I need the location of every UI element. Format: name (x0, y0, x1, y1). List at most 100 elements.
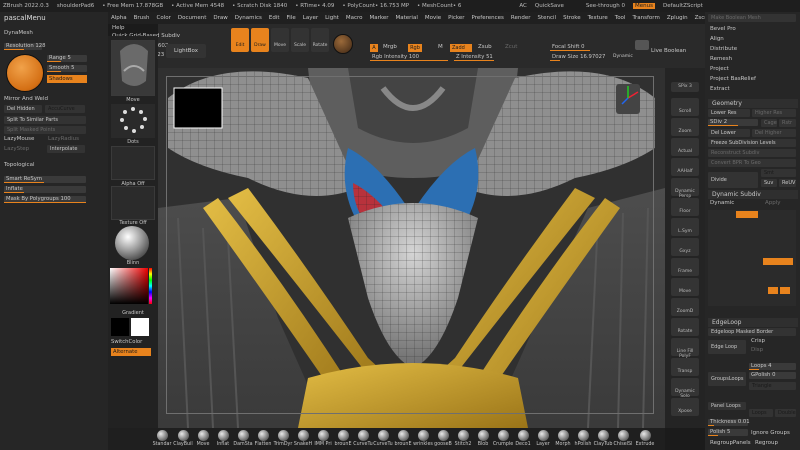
menu-marker[interactable]: Marker (370, 15, 389, 21)
extract-button[interactable]: Extract (710, 86, 730, 92)
alpha-thumbnail[interactable] (111, 146, 155, 180)
mrgb-button[interactable]: Mrgb (383, 44, 397, 50)
double-toggle[interactable]: Double (775, 409, 796, 417)
range-slider[interactable]: Range 5 (47, 55, 87, 62)
regroup-toggle[interactable]: Regroup (755, 440, 778, 446)
resolution-slider[interactable]: Resolution 128 (4, 43, 46, 50)
polish-slider[interactable]: Polish 5 (708, 429, 748, 436)
see-through-slider[interactable]: See-through 0 (586, 3, 625, 9)
local-symmetry-button[interactable]: L.Sym (671, 218, 699, 236)
menu-light[interactable]: Light (325, 15, 339, 21)
ac-button[interactable]: AC (519, 3, 527, 9)
menu-layer[interactable]: Layer (303, 15, 318, 21)
panel-loops-button[interactable]: Panel Loops (708, 402, 746, 410)
switch-color-button[interactable]: SwitchColor (111, 339, 142, 345)
ignore-groups-toggle[interactable]: Ignore Groups (751, 430, 790, 436)
brush-blob[interactable]: Blob (472, 430, 494, 447)
brush-morph[interactable]: Morph (552, 430, 574, 447)
hue-slider[interactable] (149, 268, 152, 304)
default-zscript-button[interactable]: DefaultZScript (663, 3, 703, 9)
persp-button[interactable]: Dynamic Persp (671, 178, 699, 199)
edge-loop-button[interactable]: Edge Loop (708, 340, 746, 354)
smt-toggle[interactable]: Smt (761, 169, 796, 177)
spix-button[interactable]: SPix 3 (671, 82, 699, 92)
actual-button[interactable]: Actual (671, 138, 699, 156)
del-hidden-button[interactable]: Del Hidden (4, 105, 42, 113)
zcut-button[interactable]: Zcut (505, 44, 517, 50)
mirror-weld-button[interactable]: Mirror And Weld (4, 96, 48, 102)
menu-brush[interactable]: Brush (134, 15, 150, 21)
convert-bpr-button[interactable]: Convert BPR To Geo (708, 159, 796, 167)
edit-tool-button[interactable]: Edit (231, 28, 249, 52)
menu-render[interactable]: Render (511, 15, 531, 21)
floor-button[interactable]: Floor (671, 198, 699, 216)
rgb-intensity-slider[interactable]: Rgb Intensity 100 (370, 54, 450, 61)
material-sphere-icon[interactable] (333, 34, 353, 54)
bevel-pro-button[interactable]: Bevel Pro (710, 26, 736, 32)
higher-res-button[interactable]: Higher Res (752, 109, 796, 117)
divide-button[interactable]: Divide (708, 172, 758, 188)
lazymouse-button[interactable]: LazyMouse (4, 136, 34, 142)
menu-transform[interactable]: Transform (632, 15, 659, 21)
rgb-button[interactable]: Rgb (408, 44, 422, 52)
rotate-tool-button[interactable]: Rotate (311, 28, 329, 52)
brush-brounE-2[interactable]: brounE (392, 430, 414, 447)
draw-tool-button[interactable]: Draw (251, 28, 269, 52)
main-color-swatch[interactable] (111, 318, 129, 336)
regroup-panels-toggle[interactable]: RegroupPanels (710, 440, 751, 446)
alternate-button[interactable]: Alternate (111, 348, 151, 356)
scale-tool-button[interactable]: Scale (291, 28, 309, 52)
brush-damstandard[interactable]: DamSta (232, 430, 254, 447)
edgeloop-masked-border-button[interactable]: Edgeloop Masked Border (708, 328, 796, 336)
triangle-toggle[interactable]: Triangle (749, 382, 796, 390)
frame-button[interactable]: Frame (671, 258, 699, 276)
brush-move[interactable]: Move (192, 430, 214, 447)
brush-curvetube-2[interactable]: CurveTu (372, 430, 394, 447)
menu-movie[interactable]: Movie (425, 15, 441, 21)
reconstruct-subdiv-button[interactable]: Reconstruct Subdiv (708, 149, 796, 157)
brush-curvetube-1[interactable]: CurveTu (352, 430, 374, 447)
menu-edit[interactable]: Edit (269, 15, 280, 21)
solo-button[interactable]: Dynamic Solo (671, 378, 699, 399)
cage-button[interactable]: Cage (761, 119, 777, 127)
disp-toggle[interactable]: Disp (751, 347, 763, 353)
aahalf-button[interactable]: AAHalf (671, 158, 699, 176)
gxyz-button[interactable]: Gxyz (671, 238, 699, 256)
apply-button[interactable]: Apply (765, 200, 781, 206)
topological-button[interactable]: Topological (4, 162, 34, 168)
panel-loops-count[interactable]: Loops (749, 409, 773, 417)
z-intensity-slider[interactable]: Z Intensity 51 (454, 54, 534, 61)
menu-preferences[interactable]: Preferences (472, 15, 504, 21)
brush-wrinkles[interactable]: wrinkles (412, 430, 434, 447)
make-boolean-mesh-button[interactable]: Make Boolean Mesh (708, 14, 796, 22)
focal-shift-slider[interactable]: Focal Shift 0 (550, 44, 630, 51)
geometry-section-header[interactable]: Geometry (708, 99, 798, 108)
menu-alpha[interactable]: Alpha (111, 15, 127, 21)
brush-layer[interactable]: Layer (532, 430, 554, 447)
del-higher-button[interactable]: Del Higher (752, 129, 796, 137)
brush-gooseb[interactable]: gooseB (432, 430, 454, 447)
project-button[interactable]: Project (710, 66, 729, 72)
menu-picker[interactable]: Picker (448, 15, 464, 21)
menu-zplugin[interactable]: Zplugin (667, 15, 688, 21)
menu-color[interactable]: Color (157, 15, 171, 21)
brush-brounE-1[interactable]: brounE (332, 430, 354, 447)
rotate-view-button[interactable]: Rotate (671, 318, 699, 336)
brush-inflate[interactable]: Inflat (212, 430, 234, 447)
sdiv-slider[interactable]: SDiv 2 (708, 119, 758, 126)
stroke-thumbnail[interactable] (111, 104, 155, 138)
dynamic-subdiv-header[interactable]: Dynamic Subdiv (708, 190, 798, 199)
brush-extrude[interactable]: Extrude (634, 430, 656, 447)
align-button[interactable]: Align (710, 36, 724, 42)
menu-tool[interactable]: Tool (615, 15, 626, 21)
brush-crumple[interactable]: Crumple (492, 430, 514, 447)
texture-thumbnail[interactable] (111, 186, 155, 220)
brush-flatten[interactable]: Flatten (252, 430, 274, 447)
loops-slider[interactable]: Loops 4 (749, 363, 796, 370)
secondary-color-swatch[interactable] (131, 318, 149, 336)
zoom-button[interactable]: Zoom (671, 118, 699, 136)
move-tool-button[interactable]: Move (271, 28, 289, 52)
thickness-slider[interactable]: Thickness 0.01 (708, 419, 750, 426)
dynamesh-button[interactable]: DynaMesh (4, 30, 33, 36)
gpolish-slider[interactable]: GPolish 0 (749, 372, 796, 379)
